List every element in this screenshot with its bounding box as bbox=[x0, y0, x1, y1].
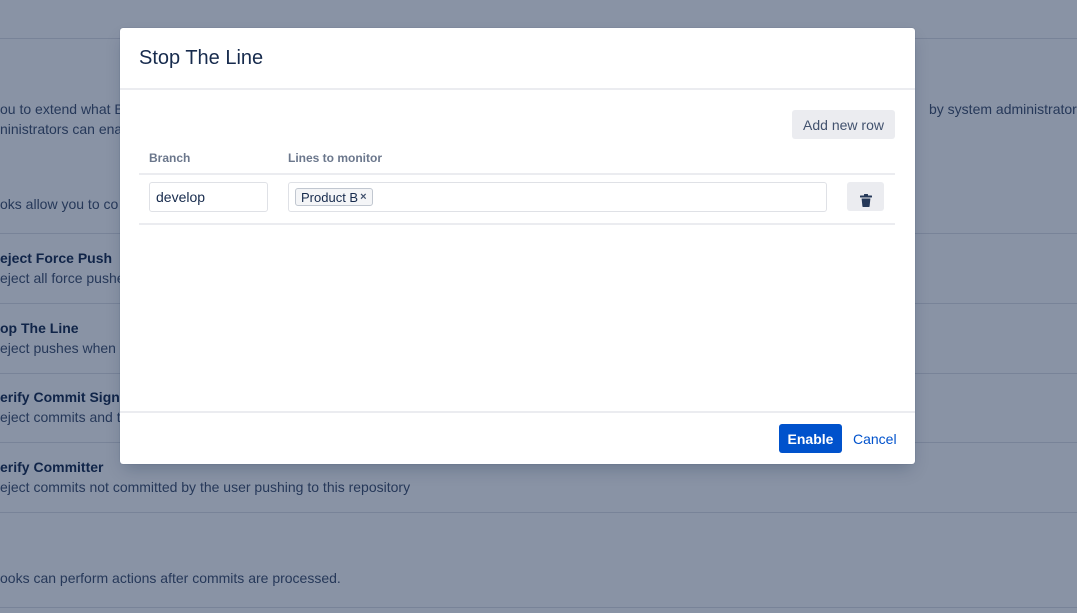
lines-to-monitor-field[interactable]: Product B × bbox=[288, 182, 827, 212]
table-row-divider bbox=[139, 223, 895, 225]
delete-row-button[interactable] bbox=[847, 182, 884, 211]
stop-the-line-dialog: Stop The Line Add new row Branch Lines t… bbox=[120, 28, 915, 464]
dialog-footer: Enable Cancel bbox=[120, 411, 915, 466]
line-tag: Product B × bbox=[295, 188, 373, 206]
column-header-branch: Branch bbox=[149, 151, 191, 165]
branch-input[interactable] bbox=[149, 182, 268, 212]
enable-button[interactable]: Enable bbox=[779, 424, 842, 453]
dialog-body: Add new row Branch Lines to monitor Prod… bbox=[120, 90, 915, 412]
dialog-title: Stop The Line bbox=[139, 47, 264, 69]
column-header-lines-to-monitor: Lines to monitor bbox=[288, 151, 382, 165]
remove-tag-icon[interactable]: × bbox=[360, 191, 366, 203]
cancel-link[interactable]: Cancel bbox=[853, 431, 897, 447]
line-tag-label: Product B bbox=[301, 189, 359, 205]
trash-icon bbox=[859, 194, 872, 207]
stage: ou to extend what B by system administra… bbox=[0, 0, 1077, 613]
table-header-divider bbox=[139, 173, 895, 175]
dialog-header: Stop The Line bbox=[120, 28, 915, 90]
add-new-row-button[interactable]: Add new row bbox=[792, 110, 895, 139]
